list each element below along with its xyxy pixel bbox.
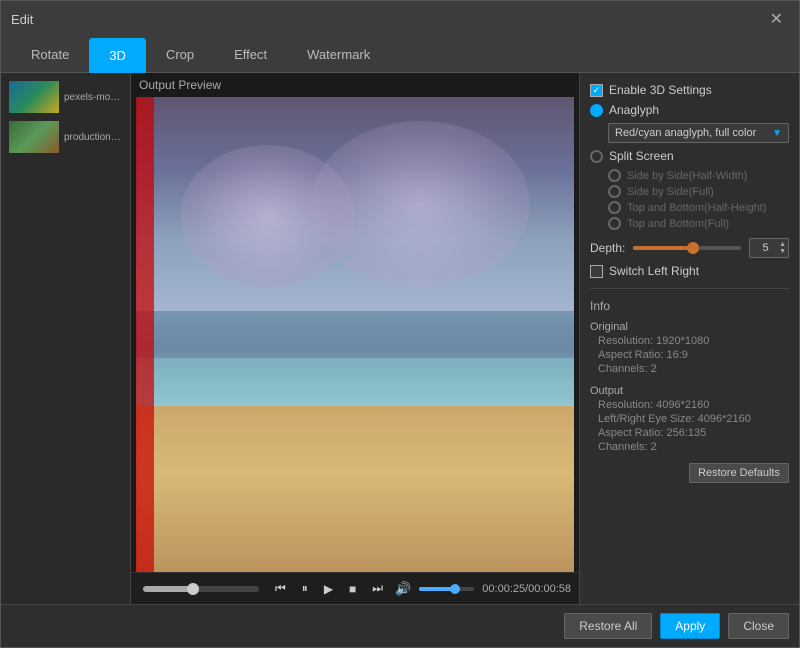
out-aspect: Aspect Ratio: 256:135 [590, 427, 789, 439]
depth-slider-fill [633, 246, 692, 250]
info-section: Info Original Resolution: 1920*1080 Aspe… [590, 299, 789, 453]
progress-thumb[interactable] [187, 583, 199, 595]
divider [590, 288, 789, 289]
right-panel: Enable 3D Settings Anaglyph Red/cyan ana… [579, 73, 799, 604]
side-by-side-full-radio[interactable] [608, 185, 621, 198]
out-eye-size: Left/Right Eye Size: 4096*2160 [590, 413, 789, 425]
playback-controls: ⏮ ⏸ ▶ ■ ⏭ 🔊 00:00:25/00:00:58 [131, 572, 579, 604]
pause-button[interactable]: ⏸ [298, 579, 312, 598]
original-title: Original [590, 321, 789, 333]
skip-next-button[interactable]: ⏭ [368, 579, 387, 598]
depth-slider[interactable] [633, 240, 741, 256]
top-bottom-full-label: Top and Bottom(Full) [627, 218, 729, 230]
play-button[interactable]: ▶ [320, 580, 337, 598]
file-name: pexels-movie... [64, 92, 122, 103]
anaglyph-label: Anaglyph [609, 103, 659, 117]
switch-lr-label: Switch Left Right [609, 264, 699, 278]
tab-bar: Rotate 3D Crop Effect Watermark [1, 37, 799, 73]
volume-bar[interactable] [419, 587, 474, 591]
tab-crop[interactable]: Crop [146, 37, 214, 72]
progress-fill [143, 586, 193, 592]
stop-button[interactable]: ■ [345, 580, 360, 598]
close-button[interactable]: Close [728, 613, 789, 639]
spinbox-up-icon[interactable]: ▲ [779, 241, 786, 248]
enable-3d-row: Enable 3D Settings [590, 83, 789, 97]
tab-effect[interactable]: Effect [214, 37, 287, 72]
split-screen-label: Split Screen [609, 149, 674, 163]
top-bottom-full-row: Top and Bottom(Full) [608, 217, 789, 230]
tab-3d[interactable]: 3D [89, 38, 146, 73]
split-screen-radio[interactable] [590, 150, 603, 163]
depth-value: 5 [752, 242, 779, 254]
dropdown-arrow-icon: ▼ [772, 128, 782, 139]
side-by-side-full-row: Side by Side(Full) [608, 185, 789, 198]
anaglyph-selected: Red/cyan anaglyph, full color [615, 127, 756, 139]
skip-back-button[interactable]: ⏮ [271, 579, 290, 598]
split-screen-options: Side by Side(Half-Width) Side by Side(Fu… [608, 169, 789, 230]
file-thumbnail [9, 81, 59, 113]
output-title: Output [590, 385, 789, 397]
switch-lr-checkbox[interactable] [590, 265, 603, 278]
video-frame [136, 97, 574, 572]
restore-defaults-button[interactable]: Restore Defaults [689, 463, 789, 483]
anaglyph-dropdown[interactable]: Red/cyan anaglyph, full color ▼ [608, 123, 789, 143]
depth-label: Depth: [590, 241, 625, 255]
side-by-side-half-radio[interactable] [608, 169, 621, 182]
window-title: Edit [11, 12, 33, 27]
anaglyph-dropdown-row: Red/cyan anaglyph, full color ▼ [608, 123, 789, 143]
spinbox-arrows: ▲ ▼ [779, 241, 786, 255]
red-side-bar [136, 97, 154, 572]
switch-lr-row: Switch Left Right [590, 264, 789, 278]
side-by-side-half-label: Side by Side(Half-Width) [627, 170, 747, 182]
anaglyph-cyan-overlay [138, 97, 574, 572]
list-item[interactable]: pexels-movie... [6, 78, 125, 116]
depth-row: Depth: 5 ▲ ▼ [590, 238, 789, 258]
volume-thumb[interactable] [450, 584, 460, 594]
progress-bar[interactable] [143, 586, 259, 592]
orig-channels: Channels: 2 [590, 363, 789, 375]
list-item[interactable]: production_id... [6, 118, 125, 156]
out-channels: Channels: 2 [590, 441, 789, 453]
spinbox-down-icon[interactable]: ▼ [779, 248, 786, 255]
preview-label: Output Preview [131, 73, 579, 97]
split-screen-row: Split Screen [590, 149, 789, 163]
info-title: Info [590, 299, 789, 313]
title-bar: Edit ✕ [1, 1, 799, 37]
main-content: pexels-movie... production_id... Output … [1, 73, 799, 604]
enable-3d-label: Enable 3D Settings [609, 83, 712, 97]
enable-3d-checkbox[interactable] [590, 84, 603, 97]
out-resolution: Resolution: 4096*2160 [590, 399, 789, 411]
depth-slider-thumb[interactable] [687, 242, 699, 254]
top-bottom-half-row: Top and Bottom(Half-Height) [608, 201, 789, 214]
file-thumbnail [9, 121, 59, 153]
depth-slider-track [633, 246, 741, 250]
tab-watermark[interactable]: Watermark [287, 37, 390, 72]
time-display: 00:00:25/00:00:58 [482, 583, 571, 595]
side-by-side-full-label: Side by Side(Full) [627, 186, 714, 198]
side-by-side-half-row: Side by Side(Half-Width) [608, 169, 789, 182]
orig-aspect: Aspect Ratio: 16:9 [590, 349, 789, 361]
restore-all-button[interactable]: Restore All [564, 613, 652, 639]
anaglyph-radio[interactable] [590, 104, 603, 117]
apply-button[interactable]: Apply [660, 613, 720, 639]
video-container [136, 97, 574, 572]
close-window-button[interactable]: ✕ [764, 7, 789, 31]
top-bottom-half-label: Top and Bottom(Half-Height) [627, 202, 766, 214]
bottom-bar: Restore All Apply Close [1, 604, 799, 647]
depth-spinbox[interactable]: 5 ▲ ▼ [749, 238, 789, 258]
edit-window: Edit ✕ Rotate 3D Crop Effect Watermark p… [0, 0, 800, 648]
top-bottom-full-radio[interactable] [608, 217, 621, 230]
volume-icon: 🔊 [395, 581, 411, 597]
tab-rotate[interactable]: Rotate [11, 37, 89, 72]
orig-resolution: Resolution: 1920*1080 [590, 335, 789, 347]
top-bottom-half-radio[interactable] [608, 201, 621, 214]
file-name: production_id... [64, 132, 122, 143]
anaglyph-row: Anaglyph [590, 103, 789, 117]
file-list: pexels-movie... production_id... [1, 73, 131, 604]
video-area: Output Preview [131, 73, 579, 604]
